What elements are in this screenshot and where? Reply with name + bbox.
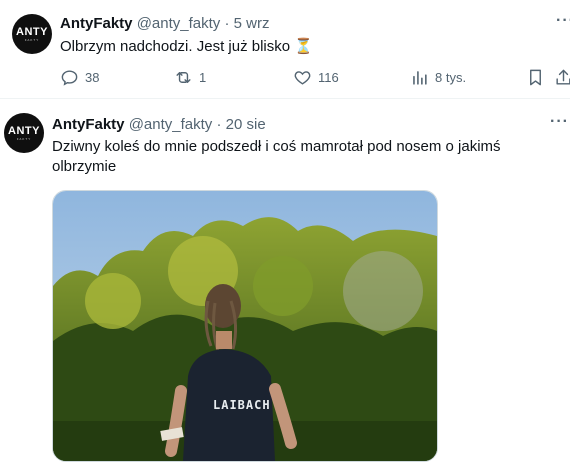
avatar-logo: ANTY	[8, 124, 40, 137]
author-name[interactable]: AntyFakty	[52, 116, 125, 133]
like-button[interactable]: 116	[293, 68, 339, 87]
avatar-logo-sub: FAKTY	[16, 136, 32, 141]
reply-icon	[61, 70, 78, 86]
avatar-logo-sub: FAKTY	[24, 37, 40, 42]
like-count: 116	[318, 70, 339, 85]
photo-image: LAIBACH	[53, 191, 437, 461]
bookmark-icon	[530, 69, 541, 86]
heart-icon	[294, 71, 311, 85]
reply-button[interactable]: 38	[60, 68, 99, 87]
more-options-icon[interactable]: ···	[550, 113, 569, 131]
tweet-actions: 38 1 116 8 tys.	[60, 68, 570, 90]
more-options-icon[interactable]: ···	[556, 12, 570, 30]
avatar-logo: ANTY	[16, 25, 48, 38]
tweet-text-line: olbrzymie	[52, 158, 117, 175]
hourglass-emoji: ⏳	[294, 38, 313, 55]
tweet-header: AntyFakty @anty_fakty · 20 sie	[52, 115, 266, 135]
avatar[interactable]: ANTY FAKTY	[4, 113, 44, 153]
author-handle[interactable]: @anty_fakty	[129, 116, 213, 133]
tweet-photo[interactable]: LAIBACH	[52, 190, 438, 462]
tweet-text-body: Olbrzym nadchodzi. Jest już blisko	[60, 38, 291, 55]
tweet-text: Dziwny koleś do mnie podszedł i coś mamr…	[52, 137, 552, 177]
tweet-card[interactable]: ANTY FAKTY AntyFakty @anty_fakty · 20 si…	[0, 99, 570, 462]
bookmark-button[interactable]	[526, 68, 551, 87]
retweet-button[interactable]: 1	[174, 68, 206, 87]
views-icon	[413, 71, 427, 85]
author-handle[interactable]: @anty_fakty	[137, 15, 221, 32]
tweet-header: AntyFakty @anty_fakty · 5 wrz	[60, 14, 270, 34]
reply-count: 38	[85, 70, 100, 85]
avatar[interactable]: ANTY FAKTY	[12, 14, 52, 54]
tweet-text: Olbrzym nadchodzi. Jest już blisko ⏳	[60, 37, 313, 57]
tweet-card[interactable]: ANTY FAKTY AntyFakty @anty_fakty · 5 wrz…	[0, 0, 570, 99]
tweet-text-line: Dziwny koleś do mnie podszedł i coś mamr…	[52, 138, 501, 155]
author-name[interactable]: AntyFakty	[60, 15, 133, 32]
retweet-count: 1	[199, 70, 207, 85]
retweet-icon	[176, 72, 191, 83]
shirt-text: LAIBACH	[213, 398, 271, 412]
share-button[interactable]	[554, 68, 570, 87]
share-icon	[556, 69, 570, 85]
header-separator: ·	[224, 15, 230, 32]
views-count: 8 tys.	[435, 70, 467, 85]
header-separator: ·	[216, 116, 222, 133]
tweet-date[interactable]: 20 sie	[226, 116, 266, 133]
tweet-date[interactable]: 5 wrz	[234, 15, 270, 32]
views-button[interactable]: 8 tys.	[410, 68, 466, 87]
